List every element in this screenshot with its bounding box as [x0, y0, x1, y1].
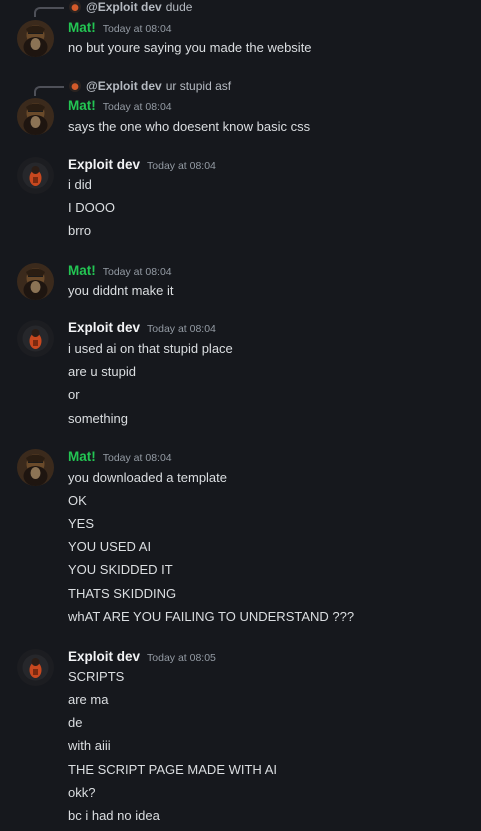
message-line: okk?: [68, 785, 96, 800]
message-line: something: [68, 411, 128, 426]
avatar-mat[interactable]: [17, 449, 54, 486]
message-line: de: [68, 715, 83, 730]
message-line: brro: [68, 223, 92, 238]
reply-connector: [34, 7, 64, 17]
message-line: you downloaded a template: [68, 470, 228, 485]
message-line: OK: [68, 493, 87, 508]
avatar-exploit-dev[interactable]: [17, 320, 54, 357]
username[interactable]: Mat!: [68, 20, 96, 35]
reply-text: ur stupid asf: [165, 79, 232, 93]
timestamp[interactable]: Today at 08:04: [103, 266, 172, 278]
message-header: Exploit dev Today at 08:05: [68, 649, 216, 666]
message-line: THATS SKIDDING: [68, 586, 177, 601]
message-header: Mat! Today at 08:04: [68, 98, 172, 115]
avatar-mat[interactable]: [17, 263, 54, 300]
reply-author[interactable]: @Exploit dev: [86, 0, 162, 14]
timestamp[interactable]: Today at 08:04: [103, 452, 172, 464]
username[interactable]: Exploit dev: [68, 320, 140, 335]
message-line: i used ai on that stupid place: [68, 341, 233, 356]
username[interactable]: Exploit dev: [68, 157, 140, 172]
message-header: Exploit dev Today at 08:04: [68, 320, 216, 337]
reply-reference[interactable]: @Exploit dev ur stupid asf: [69, 79, 231, 93]
avatar-mat[interactable]: [17, 20, 54, 57]
reply-author[interactable]: @Exploit dev: [86, 79, 162, 93]
message-line: are u stupid: [68, 364, 136, 379]
message-line: THE SCRIPT PAGE MADE WITH AI: [68, 762, 277, 777]
chat-message-list[interactable]: @Exploit dev dude Mat! Today at 08:04 no…: [0, 0, 481, 831]
message-line: YOU SKIDDED IT: [68, 562, 173, 577]
message-line: i did: [68, 177, 92, 192]
message-line: you diddnt make it: [68, 283, 174, 298]
message-line: whAT ARE YOU FAILING TO UNDERSTAND ???: [68, 609, 355, 624]
avatar-exploit-dev[interactable]: [17, 157, 54, 194]
message-line: no but youre saying you made the website: [68, 40, 312, 55]
reply-text: dude: [165, 0, 193, 14]
avatar-mat[interactable]: [17, 98, 54, 135]
avatar-exploit-dev[interactable]: [17, 649, 54, 686]
timestamp[interactable]: Today at 08:04: [147, 160, 216, 172]
message-line: says the one who doesent know basic css: [68, 119, 311, 134]
message-header: Exploit dev Today at 08:04: [68, 157, 216, 174]
timestamp[interactable]: Today at 08:04: [147, 323, 216, 335]
username[interactable]: Mat!: [68, 263, 96, 278]
message-header: Mat! Today at 08:04: [68, 20, 172, 37]
message-line: with aiii: [68, 738, 111, 753]
message-line: YES: [68, 516, 95, 531]
message-line: are ma: [68, 692, 109, 707]
message-line: I DOOO: [68, 200, 115, 215]
message-line: bc i had no idea: [68, 808, 160, 823]
message-line: YOU USED AI: [68, 539, 152, 554]
timestamp[interactable]: Today at 08:04: [103, 101, 172, 113]
reply-avatar-icon: [69, 1, 81, 13]
reply-reference[interactable]: @Exploit dev dude: [69, 0, 192, 14]
message-line: or: [68, 387, 80, 402]
message-line: SCRIPTS: [68, 669, 125, 684]
timestamp[interactable]: Today at 08:04: [103, 23, 172, 35]
username[interactable]: Exploit dev: [68, 649, 140, 664]
username[interactable]: Mat!: [68, 449, 96, 464]
timestamp[interactable]: Today at 08:05: [147, 652, 216, 664]
message-header: Mat! Today at 08:04: [68, 449, 172, 466]
reply-connector: [34, 86, 64, 96]
reply-avatar-icon: [69, 80, 81, 92]
username[interactable]: Mat!: [68, 98, 96, 113]
message-header: Mat! Today at 08:04: [68, 263, 172, 280]
